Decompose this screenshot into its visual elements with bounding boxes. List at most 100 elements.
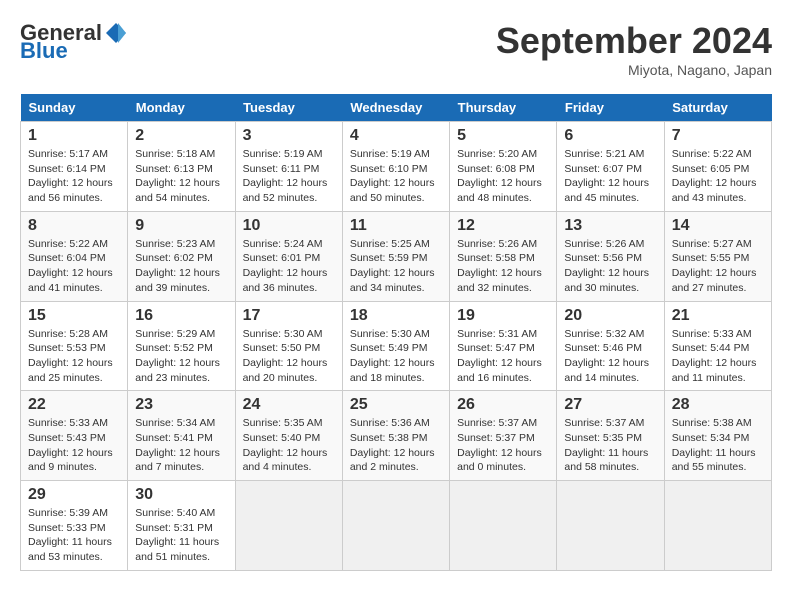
calendar-cell: 3Sunrise: 5:19 AM Sunset: 6:11 PM Daylig… — [235, 122, 342, 212]
day-info: Sunrise: 5:34 AM Sunset: 5:41 PM Dayligh… — [135, 416, 227, 475]
calendar-cell: 17 Sunrise: 5:30 AM Sunset: 5:50 PM Dayli… — [235, 301, 342, 391]
day-info: Sunrise: 5:22 AM Sunset: 6:04 PM Dayligh… — [28, 237, 120, 296]
calendar-cell: 8 Sunrise: 5:22 AM Sunset: 6:04 PM Daylig… — [21, 211, 128, 301]
day-number: 6 — [564, 127, 656, 145]
day-info: Sunrise: 5:33 AM Sunset: 5:44 PM Dayligh… — [672, 327, 764, 386]
calendar-cell — [557, 481, 664, 571]
day-number: 24 — [243, 396, 335, 414]
day-number: 1 — [28, 127, 120, 145]
column-header-saturday: Saturday — [664, 94, 771, 122]
day-info: Sunrise: 5:32 AM Sunset: 5:46 PM Dayligh… — [564, 327, 656, 386]
calendar-cell — [342, 481, 449, 571]
day-info: Sunrise: 5:30 AM Sunset: 5:50 PM Dayligh… — [243, 327, 335, 386]
day-number: 18 — [350, 307, 442, 325]
day-info: Sunrise: 5:23 AM Sunset: 6:02 PM Dayligh… — [135, 237, 227, 296]
logo-icon — [104, 21, 128, 45]
calendar-cell: 24 Sunrise: 5:35 AM Sunset: 5:40 PM Dayli… — [235, 391, 342, 481]
logo: General Blue — [20, 20, 128, 64]
calendar-week-row: 8 Sunrise: 5:22 AM Sunset: 6:04 PM Daylig… — [21, 211, 772, 301]
day-info: Sunrise: 5:21 AM Sunset: 6:07 PM Dayligh… — [564, 147, 656, 206]
day-number: 14 — [672, 217, 764, 235]
day-number: 30 — [135, 486, 227, 504]
calendar-cell: 4 Sunrise: 5:19 AM Sunset: 6:10 PM Daylig… — [342, 122, 449, 212]
calendar-week-row: 22Sunrise: 5:33 AM Sunset: 5:43 PM Dayli… — [21, 391, 772, 481]
calendar-cell: 27 Sunrise: 5:37 AM Sunset: 5:35 PM Dayli… — [557, 391, 664, 481]
calendar-cell: 9 Sunrise: 5:23 AM Sunset: 6:02 PM Daylig… — [128, 211, 235, 301]
day-info: Sunrise: 5:37 AM Sunset: 5:35 PM Dayligh… — [564, 416, 656, 475]
day-info: Sunrise: 5:19 AM Sunset: 6:10 PM Dayligh… — [350, 147, 442, 206]
day-info: Sunrise: 5:26 AM Sunset: 5:58 PM Dayligh… — [457, 237, 549, 296]
month-title: September 2024 — [496, 20, 772, 62]
day-number: 8 — [28, 217, 120, 235]
day-number: 26 — [457, 396, 549, 414]
day-number: 3 — [243, 127, 335, 145]
column-header-tuesday: Tuesday — [235, 94, 342, 122]
day-info: Sunrise: 5:29 AM Sunset: 5:52 PM Dayligh… — [135, 327, 227, 386]
day-info: Sunrise: 5:35 AM Sunset: 5:40 PM Dayligh… — [243, 416, 335, 475]
day-number: 23 — [135, 396, 227, 414]
day-number: 12 — [457, 217, 549, 235]
day-info: Sunrise: 5:22 AM Sunset: 6:05 PM Dayligh… — [672, 147, 764, 206]
day-info: Sunrise: 5:25 AM Sunset: 5:59 PM Dayligh… — [350, 237, 442, 296]
day-number: 10 — [243, 217, 335, 235]
day-info: Sunrise: 5:36 AM Sunset: 5:38 PM Dayligh… — [350, 416, 442, 475]
day-number: 29 — [28, 486, 120, 504]
calendar-cell — [664, 481, 771, 571]
calendar-cell: 30 Sunrise: 5:40 AM Sunset: 5:31 PM Dayli… — [128, 481, 235, 571]
day-number: 16 — [135, 307, 227, 325]
column-header-wednesday: Wednesday — [342, 94, 449, 122]
calendar-cell: 11 Sunrise: 5:25 AM Sunset: 5:59 PM Dayli… — [342, 211, 449, 301]
location-subtitle: Miyota, Nagano, Japan — [496, 62, 772, 78]
page-header: General Blue September 2024 Miyota, Naga… — [20, 20, 772, 78]
calendar-cell: 20 Sunrise: 5:32 AM Sunset: 5:46 PM Dayli… — [557, 301, 664, 391]
day-info: Sunrise: 5:24 AM Sunset: 6:01 PM Dayligh… — [243, 237, 335, 296]
day-number: 15 — [28, 307, 120, 325]
day-number: 21 — [672, 307, 764, 325]
day-info: Sunrise: 5:30 AM Sunset: 5:49 PM Dayligh… — [350, 327, 442, 386]
day-number: 20 — [564, 307, 656, 325]
day-number: 22 — [28, 396, 120, 414]
calendar-week-row: 15Sunrise: 5:28 AM Sunset: 5:53 PM Dayli… — [21, 301, 772, 391]
calendar-cell: 2Sunrise: 5:18 AM Sunset: 6:13 PM Daylig… — [128, 122, 235, 212]
day-info: Sunrise: 5:27 AM Sunset: 5:55 PM Dayligh… — [672, 237, 764, 296]
title-block: September 2024 Miyota, Nagano, Japan — [496, 20, 772, 78]
calendar-cell: 22Sunrise: 5:33 AM Sunset: 5:43 PM Dayli… — [21, 391, 128, 481]
day-number: 4 — [350, 127, 442, 145]
day-info: Sunrise: 5:38 AM Sunset: 5:34 PM Dayligh… — [672, 416, 764, 475]
column-header-monday: Monday — [128, 94, 235, 122]
day-number: 9 — [135, 217, 227, 235]
calendar-cell: 21 Sunrise: 5:33 AM Sunset: 5:44 PM Dayli… — [664, 301, 771, 391]
calendar-cell: 10 Sunrise: 5:24 AM Sunset: 6:01 PM Dayli… — [235, 211, 342, 301]
logo-blue-text: Blue — [20, 38, 68, 64]
calendar-week-row: 29Sunrise: 5:39 AM Sunset: 5:33 PM Dayli… — [21, 481, 772, 571]
calendar-cell: 18 Sunrise: 5:30 AM Sunset: 5:49 PM Dayli… — [342, 301, 449, 391]
day-info: Sunrise: 5:37 AM Sunset: 5:37 PM Dayligh… — [457, 416, 549, 475]
day-info: Sunrise: 5:31 AM Sunset: 5:47 PM Dayligh… — [457, 327, 549, 386]
column-header-sunday: Sunday — [21, 94, 128, 122]
day-info: Sunrise: 5:26 AM Sunset: 5:56 PM Dayligh… — [564, 237, 656, 296]
column-header-friday: Friday — [557, 94, 664, 122]
day-number: 5 — [457, 127, 549, 145]
calendar-table: SundayMondayTuesdayWednesdayThursdayFrid… — [20, 94, 772, 571]
calendar-cell: 12 Sunrise: 5:26 AM Sunset: 5:58 PM Dayli… — [450, 211, 557, 301]
day-info: Sunrise: 5:20 AM Sunset: 6:08 PM Dayligh… — [457, 147, 549, 206]
day-info: Sunrise: 5:18 AM Sunset: 6:13 PM Dayligh… — [135, 147, 227, 206]
calendar-cell: 26 Sunrise: 5:37 AM Sunset: 5:37 PM Dayli… — [450, 391, 557, 481]
day-number: 17 — [243, 307, 335, 325]
day-number: 11 — [350, 217, 442, 235]
calendar-cell: 29Sunrise: 5:39 AM Sunset: 5:33 PM Dayli… — [21, 481, 128, 571]
calendar-cell: 25Sunrise: 5:36 AM Sunset: 5:38 PM Dayli… — [342, 391, 449, 481]
calendar-cell — [450, 481, 557, 571]
day-number: 13 — [564, 217, 656, 235]
day-number: 19 — [457, 307, 549, 325]
calendar-cell: 1 Sunrise: 5:17 AM Sunset: 6:14 PM Daylig… — [21, 122, 128, 212]
calendar-cell: 5 Sunrise: 5:20 AM Sunset: 6:08 PM Daylig… — [450, 122, 557, 212]
calendar-cell: 14 Sunrise: 5:27 AM Sunset: 5:55 PM Dayli… — [664, 211, 771, 301]
column-header-thursday: Thursday — [450, 94, 557, 122]
day-number: 27 — [564, 396, 656, 414]
day-info: Sunrise: 5:17 AM Sunset: 6:14 PM Dayligh… — [28, 147, 120, 206]
day-number: 28 — [672, 396, 764, 414]
day-info: Sunrise: 5:40 AM Sunset: 5:31 PM Dayligh… — [135, 506, 227, 565]
calendar-cell: 15Sunrise: 5:28 AM Sunset: 5:53 PM Dayli… — [21, 301, 128, 391]
calendar-cell: 13 Sunrise: 5:26 AM Sunset: 5:56 PM Dayli… — [557, 211, 664, 301]
